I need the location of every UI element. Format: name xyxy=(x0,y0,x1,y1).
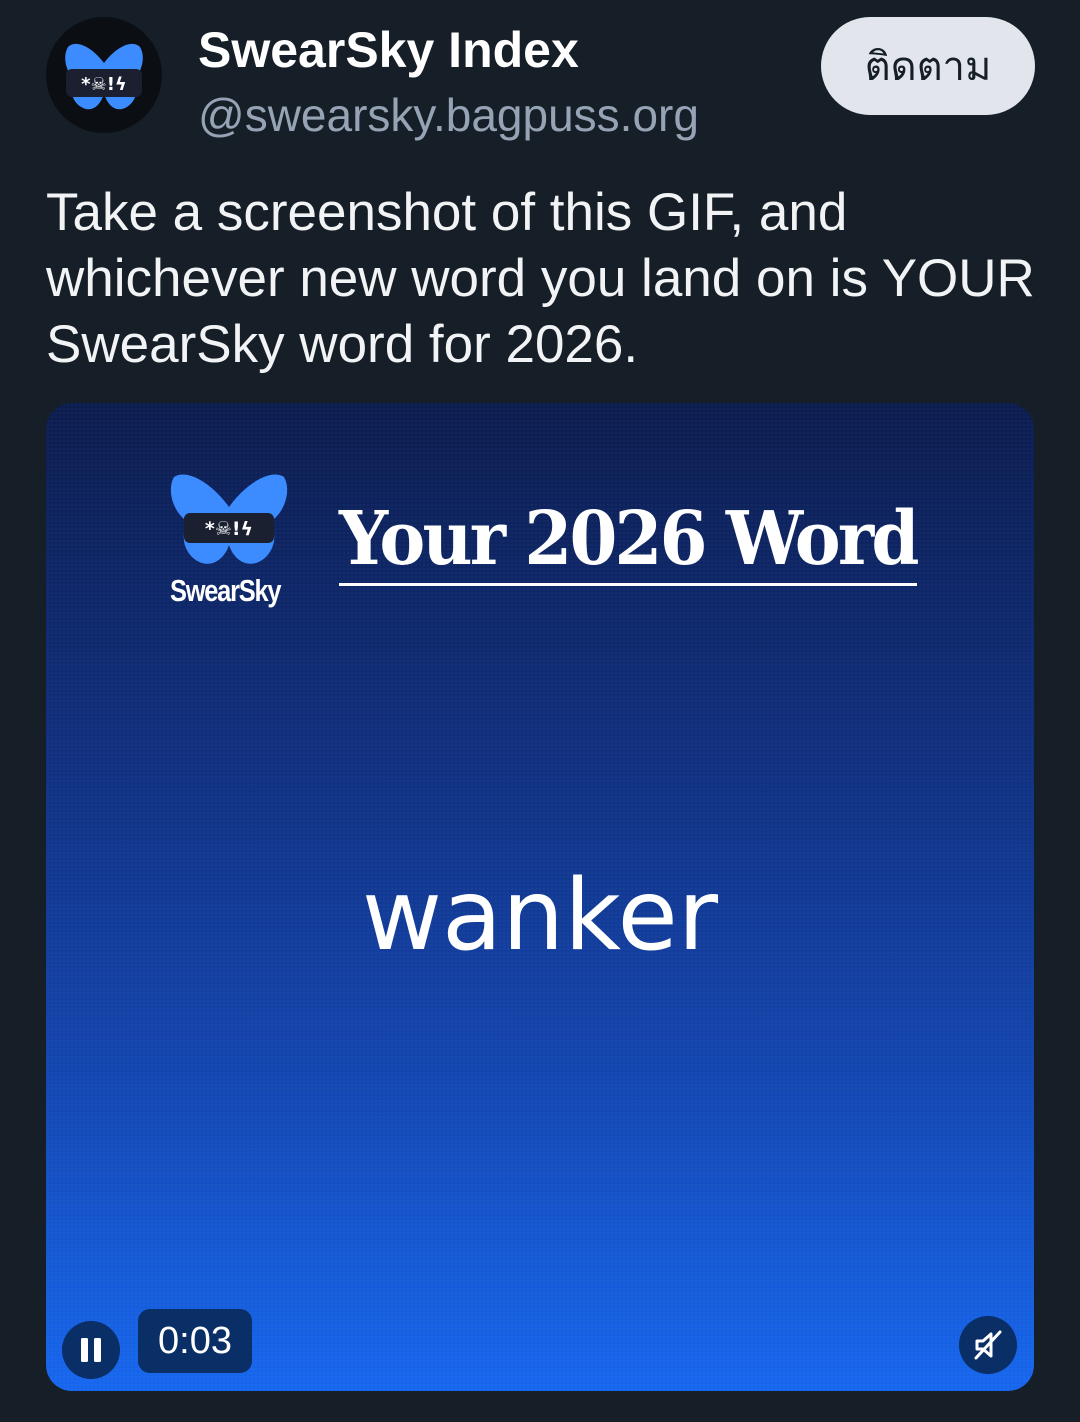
post: *☠!ϟ SwearSky Index @swearsky.bagpuss.or… xyxy=(0,0,1080,1422)
post-text: Take a screenshot of this GIF, and which… xyxy=(46,183,1035,374)
svg-text:*☠!ϟ: *☠!ϟ xyxy=(81,74,127,95)
gif-title: Your 2026 Word xyxy=(339,496,919,582)
gif-word: wanker xyxy=(361,859,719,973)
author-display-name[interactable]: SwearSky Index xyxy=(198,22,579,78)
logo-wordmark: SwearSky xyxy=(170,573,282,608)
pause-icon xyxy=(81,1338,101,1362)
gif-media[interactable]: *☠!ϟ SwearSky Your 2026 Word wanker 0:03 xyxy=(46,403,1034,1391)
pause-button[interactable] xyxy=(62,1321,120,1379)
butterfly-symbols-icon: *☠!ϟ xyxy=(65,43,143,110)
muted-speaker-icon xyxy=(974,1330,1002,1360)
mute-button[interactable] xyxy=(959,1316,1017,1374)
follow-button[interactable]: ติดตาม xyxy=(821,17,1035,115)
playback-time: 0:03 xyxy=(138,1309,252,1373)
author-avatar[interactable]: *☠!ϟ xyxy=(46,17,162,133)
swearsky-butterfly-logo-icon: *☠!ϟ xyxy=(170,474,288,564)
title-underline xyxy=(339,583,917,586)
author-handle[interactable]: @swearsky.bagpuss.org xyxy=(198,88,699,142)
svg-text:*☠!ϟ: *☠!ϟ xyxy=(205,518,253,540)
